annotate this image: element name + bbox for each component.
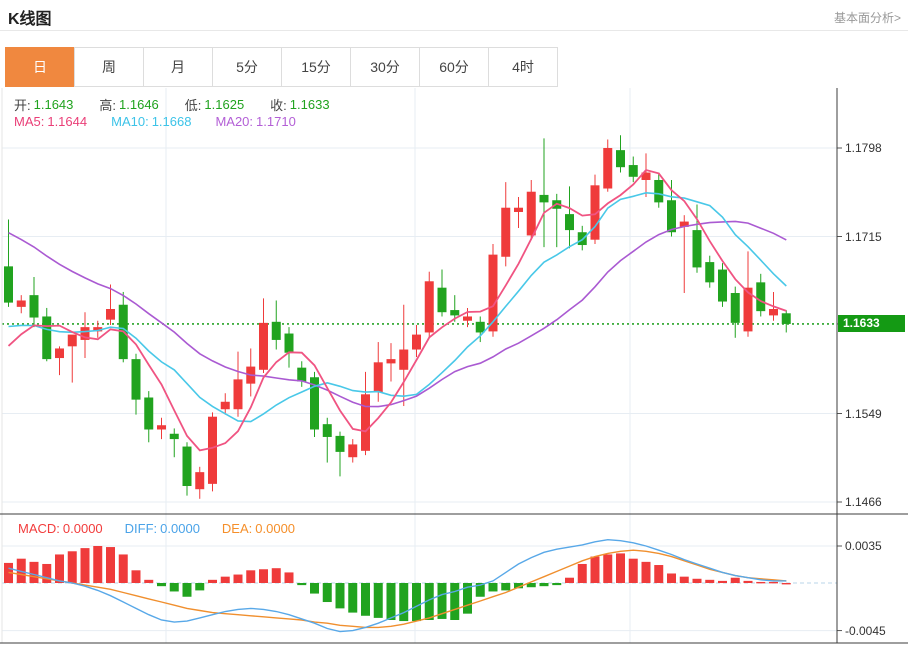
ohlc-low-label: 低: [184, 98, 202, 113]
ma-ma10-label: MA10: [111, 114, 149, 129]
price-axis-label: 1.1466 [845, 495, 882, 509]
ohlc-legend: 开: 1.1643 高: 1.1646 低: 1.1625 收: 1.1633 [14, 95, 330, 114]
ohlc-high-label: 高: [99, 98, 117, 113]
price-axis-label: 1.1549 [845, 406, 882, 421]
ma-legend: MA5: 1.1644 MA10: 1.1668 MA20: 1.1710 [14, 114, 296, 129]
ohlc-open-value: 1.1643 [33, 97, 74, 112]
price-axis-label: 1.1715 [845, 229, 882, 244]
macd-axis-label: 0.0035 [845, 539, 882, 553]
macd-axis-label: -0.0045 [845, 623, 886, 638]
macd-diff-value: 0.0000 [160, 521, 200, 536]
ohlc-high: 高: 1.1646 [99, 95, 158, 114]
ma-ma10-value: 1.1668 [151, 114, 192, 129]
ma-ma5-value: 1.1644 [47, 114, 88, 129]
ma-ma20: MA20: 1.1710 [215, 114, 295, 129]
ma-ma5: MA5: 1.1644 [14, 114, 87, 129]
ma-ma5-label: MA5: [14, 114, 45, 129]
ohlc-low-value: 1.1625 [204, 97, 245, 112]
price-axis-label: 1.1798 [845, 141, 882, 155]
ohlc-open-label: 开: [14, 98, 31, 113]
ohlc-low: 低: 1.1625 [185, 95, 244, 114]
ohlc-high-value: 1.1646 [119, 97, 159, 112]
macd-dea-label: DEA: [221, 521, 253, 536]
macd-diff: DIFF: 0.0000 [125, 521, 200, 536]
macd-dea-value: 0.0000 [255, 521, 296, 536]
ma-ma20-value: 1.1710 [256, 114, 296, 129]
diff-line [8, 538, 787, 633]
current-price-tag: 1.1633 [838, 315, 905, 333]
ohlc-close-label: 收: [270, 98, 287, 113]
macd-macd-label: MACD: [18, 521, 60, 536]
ohlc-close: 收: 1.1633 [270, 95, 329, 114]
ohlc-close-value: 1.1633 [289, 97, 330, 112]
ma-ma20-label: MA20: [215, 114, 254, 129]
macd-legend: MACD: 0.0000 DIFF: 0.0000 DEA: 0.0000 [18, 521, 295, 536]
ohlc-open: 开: 1.1643 [14, 95, 73, 114]
candles-layer [4, 135, 791, 499]
axis-ticks [837, 147, 842, 632]
kline-widget: K线图 基本面分析> 日周月 5分 15分 30分 60分 4时 开: 1.1643 高: 1.… [0, 0, 908, 648]
macd-macd: MACD: 0.0000 [18, 521, 103, 536]
macd-macd-value: 0.0000 [62, 521, 103, 536]
ma-ma10: MA10: 1.1668 [111, 114, 191, 129]
macd-dea: DEA: 0.0000 [222, 521, 295, 536]
macd-diff-label: DIFF: [124, 521, 158, 536]
